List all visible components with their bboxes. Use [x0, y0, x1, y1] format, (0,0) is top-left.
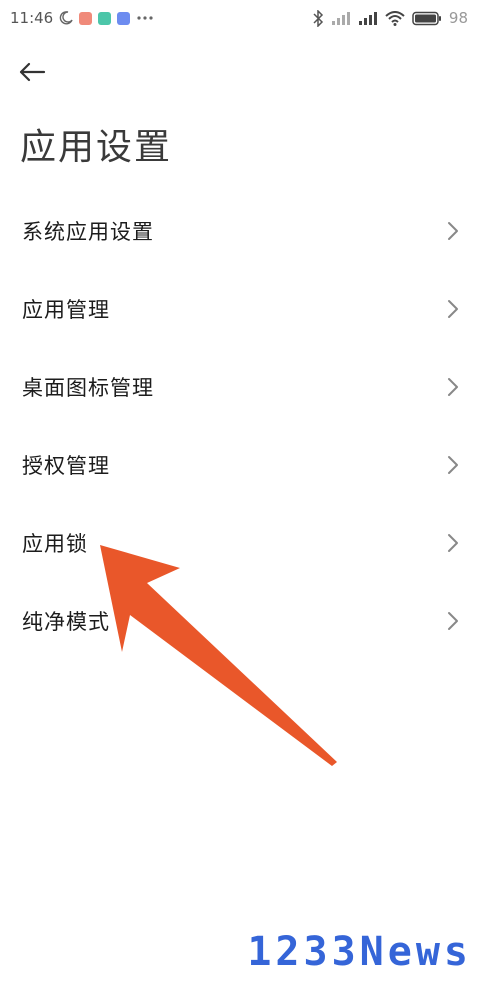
menu-item-system-app-settings[interactable]: 系统应用设置: [0, 192, 480, 270]
chevron-right-icon: [448, 300, 458, 318]
status-time: 11:46: [10, 9, 54, 27]
chevron-right-icon: [448, 222, 458, 240]
menu-item-pure-mode[interactable]: 纯净模式: [0, 582, 480, 660]
chevron-right-icon: [448, 612, 458, 630]
menu-item-permission-management[interactable]: 授权管理: [0, 426, 480, 504]
battery-level: 98: [448, 9, 468, 27]
watermark-logo: 1233News: [247, 929, 472, 975]
signal-icon: [331, 12, 350, 25]
page-title: 应用设置: [20, 127, 173, 168]
menu-item-app-management[interactable]: 应用管理: [0, 270, 480, 348]
app-notification-icon: [79, 11, 93, 25]
status-bar: 11:46 98: [0, 0, 480, 36]
chevron-right-icon: [448, 378, 458, 396]
chevron-right-icon: [448, 534, 458, 552]
menu-item-desktop-icon-management[interactable]: 桌面图标管理: [0, 348, 480, 426]
app-notification-icon: [98, 11, 112, 25]
menu-item-label: 系统应用设置: [22, 220, 154, 244]
battery-icon: [412, 11, 441, 25]
arrow-left-icon: [19, 62, 46, 82]
menu-item-label: 纯净模式: [22, 610, 110, 634]
menu-item-label: 桌面图标管理: [22, 376, 154, 400]
app-notification-icon: [117, 11, 131, 25]
menu-item-app-lock[interactable]: 应用锁: [0, 504, 480, 582]
moon-icon: [60, 11, 73, 25]
status-left: 11:46: [10, 9, 154, 27]
menu-item-label: 应用锁: [22, 532, 88, 556]
menu-item-label: 授权管理: [22, 454, 110, 478]
wifi-icon: [385, 10, 405, 26]
menu-item-label: 应用管理: [22, 298, 110, 322]
chevron-right-icon: [448, 456, 458, 474]
more-icon: [137, 16, 153, 20]
settings-menu: 系统应用设置 应用管理 桌面图标管理 授权管理 应用锁 纯净模式: [0, 192, 480, 660]
bluetooth-icon: [313, 9, 323, 27]
status-right: 98: [312, 9, 468, 27]
signal-icon: [358, 12, 377, 25]
back-button[interactable]: [18, 56, 52, 88]
